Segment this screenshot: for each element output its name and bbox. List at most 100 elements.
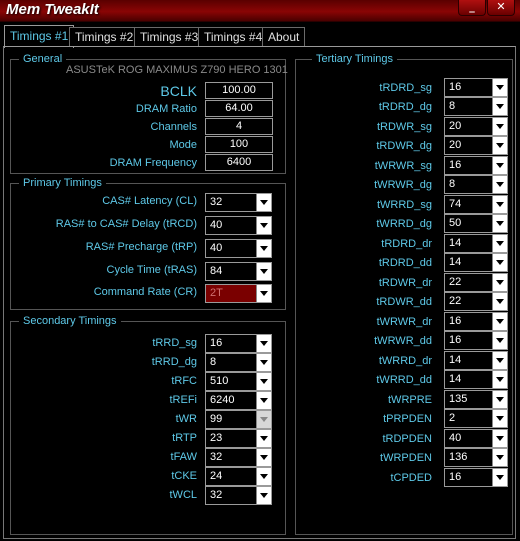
trrd-sg-select[interactable]: 16 bbox=[205, 334, 272, 353]
chevron-down-icon[interactable] bbox=[256, 392, 271, 409]
chevron-down-icon[interactable] bbox=[492, 254, 507, 271]
twrpre-select[interactable]: 135 bbox=[444, 390, 508, 409]
chevron-down-icon[interactable] bbox=[492, 313, 507, 330]
twrrd-sg-select[interactable]: 74 bbox=[444, 195, 508, 214]
twrwr-dg-select[interactable]: 8 bbox=[444, 175, 508, 194]
twrwr-dr-label: tWRWR_dr bbox=[376, 316, 432, 328]
twrrd-dg-select[interactable]: 50 bbox=[444, 214, 508, 233]
tab-about[interactable]: About bbox=[262, 27, 306, 47]
chevron-down-icon[interactable] bbox=[256, 487, 271, 504]
chevron-down-icon[interactable] bbox=[492, 449, 507, 466]
chevron-down-icon[interactable] bbox=[256, 449, 271, 466]
bclk-value: 100.00 bbox=[205, 82, 273, 99]
title-bar[interactable]: Mem TweakIt _ ✕ bbox=[0, 0, 520, 22]
chevron-down-icon[interactable] bbox=[492, 235, 507, 252]
twrwr-dr-select[interactable]: 16 bbox=[444, 312, 508, 331]
tras-select[interactable]: 84 bbox=[205, 262, 272, 281]
trfc-select[interactable]: 510 bbox=[205, 372, 272, 391]
chevron-down-icon[interactable] bbox=[492, 352, 507, 369]
tertiary-title: Tertiary Timings bbox=[312, 52, 398, 66]
chevron-down-icon[interactable] bbox=[256, 194, 271, 211]
channels-label: Channels bbox=[150, 121, 197, 133]
tfaw-select[interactable]: 32 bbox=[205, 448, 272, 467]
chevron-down-icon[interactable] bbox=[492, 469, 507, 486]
twcl-select[interactable]: 32 bbox=[205, 486, 272, 505]
chevron-down-icon[interactable] bbox=[492, 410, 507, 427]
trrd-sg-value: 16 bbox=[210, 337, 223, 349]
chevron-down-icon[interactable] bbox=[256, 217, 271, 234]
trdwr-dd-select[interactable]: 22 bbox=[444, 292, 508, 311]
trrd-dg-select[interactable]: 8 bbox=[205, 353, 272, 372]
bclk-label: BCLK bbox=[160, 83, 197, 99]
trdrd-dg-value: 8 bbox=[449, 100, 456, 112]
chevron-down-icon[interactable] bbox=[492, 274, 507, 291]
chevron-down-icon[interactable] bbox=[492, 137, 507, 154]
chevron-down-icon[interactable] bbox=[492, 391, 507, 408]
tab-timings-4[interactable]: Timings #4 bbox=[198, 27, 269, 47]
chevron-down-icon[interactable] bbox=[492, 176, 507, 193]
twrwr-sg-select[interactable]: 16 bbox=[444, 156, 508, 175]
trcd-select[interactable]: 40 bbox=[205, 216, 272, 235]
chevron-down-icon[interactable] bbox=[492, 79, 507, 96]
trdwr-dr-select[interactable]: 22 bbox=[444, 273, 508, 292]
trefi-select[interactable]: 6240 bbox=[205, 391, 272, 410]
trfc-value: 510 bbox=[210, 375, 229, 387]
trdrd-dd-value: 14 bbox=[449, 256, 462, 268]
trp-select[interactable]: 40 bbox=[205, 239, 272, 258]
chevron-down-icon[interactable] bbox=[256, 430, 271, 447]
trdrd-sg-value: 16 bbox=[449, 81, 462, 93]
trdrd-sg-select[interactable]: 16 bbox=[444, 78, 508, 97]
chevron-down-icon[interactable] bbox=[256, 240, 271, 257]
close-button[interactable]: ✕ bbox=[487, 0, 515, 16]
trdwr-dg-select[interactable]: 20 bbox=[444, 136, 508, 155]
chevron-down-icon[interactable] bbox=[256, 263, 271, 280]
chevron-down-icon[interactable] bbox=[492, 215, 507, 232]
tcpded-select[interactable]: 16 bbox=[444, 468, 508, 487]
chevron-down-icon[interactable] bbox=[256, 285, 271, 302]
twr-select[interactable]: 99 bbox=[205, 410, 272, 429]
twrrd-dd-select[interactable]: 14 bbox=[444, 370, 508, 389]
chevron-down-icon[interactable] bbox=[256, 335, 271, 352]
twrwr-dg-value: 8 bbox=[449, 178, 456, 190]
chevron-down-icon[interactable] bbox=[492, 157, 507, 174]
general-title: General bbox=[19, 52, 67, 66]
chevron-down-icon[interactable] bbox=[492, 118, 507, 135]
trdrd-dg-select[interactable]: 8 bbox=[444, 97, 508, 116]
twrrd-sg-value: 74 bbox=[449, 198, 462, 210]
trdwr-sg-label: tRDWR_sg bbox=[376, 121, 432, 133]
twrrd-dr-select[interactable]: 14 bbox=[444, 351, 508, 370]
command-rate-select[interactable]: 2T bbox=[205, 284, 272, 303]
trrd-sg-label: tRRD_sg bbox=[152, 337, 197, 349]
chevron-down-icon[interactable] bbox=[256, 411, 271, 428]
chevron-down-icon[interactable] bbox=[256, 373, 271, 390]
twrwr-dr-value: 16 bbox=[449, 315, 462, 327]
command-rate-label: Command Rate (CR) bbox=[93, 286, 197, 298]
tprpden-select[interactable]: 2 bbox=[444, 409, 508, 428]
twcl-value: 32 bbox=[210, 489, 223, 501]
tab-timings-2[interactable]: Timings #2 bbox=[69, 27, 140, 47]
chevron-down-icon[interactable] bbox=[492, 332, 507, 349]
minimize-button[interactable]: _ bbox=[458, 0, 486, 16]
chevron-down-icon[interactable] bbox=[492, 430, 507, 447]
chevron-down-icon[interactable] bbox=[256, 354, 271, 371]
chevron-down-icon[interactable] bbox=[492, 98, 507, 115]
chevron-down-icon[interactable] bbox=[492, 371, 507, 388]
twrpden-select[interactable]: 136 bbox=[444, 448, 508, 467]
tab-timings-1[interactable]: Timings #1 bbox=[4, 25, 75, 48]
trdpden-select[interactable]: 40 bbox=[444, 429, 508, 448]
trdwr-dg-label: tRDWR_dg bbox=[376, 140, 432, 152]
twrwr-dd-select[interactable]: 16 bbox=[444, 331, 508, 350]
chevron-down-icon[interactable] bbox=[492, 196, 507, 213]
trdrd-dr-select[interactable]: 14 bbox=[444, 234, 508, 253]
trdwr-sg-select[interactable]: 20 bbox=[444, 117, 508, 136]
trtp-select[interactable]: 23 bbox=[205, 429, 272, 448]
chevron-down-icon[interactable] bbox=[256, 468, 271, 485]
tcke-select[interactable]: 24 bbox=[205, 467, 272, 486]
tab-timings-3[interactable]: Timings #3 bbox=[134, 27, 205, 47]
trdrd-dd-select[interactable]: 14 bbox=[444, 253, 508, 272]
tras-label: Cycle Time (tRAS) bbox=[106, 264, 197, 276]
trefi-value: 6240 bbox=[210, 394, 235, 406]
cas-latency-select[interactable]: 32 bbox=[205, 193, 272, 212]
chevron-down-icon[interactable] bbox=[492, 293, 507, 310]
trdpden-label: tRDPDEN bbox=[382, 433, 432, 445]
